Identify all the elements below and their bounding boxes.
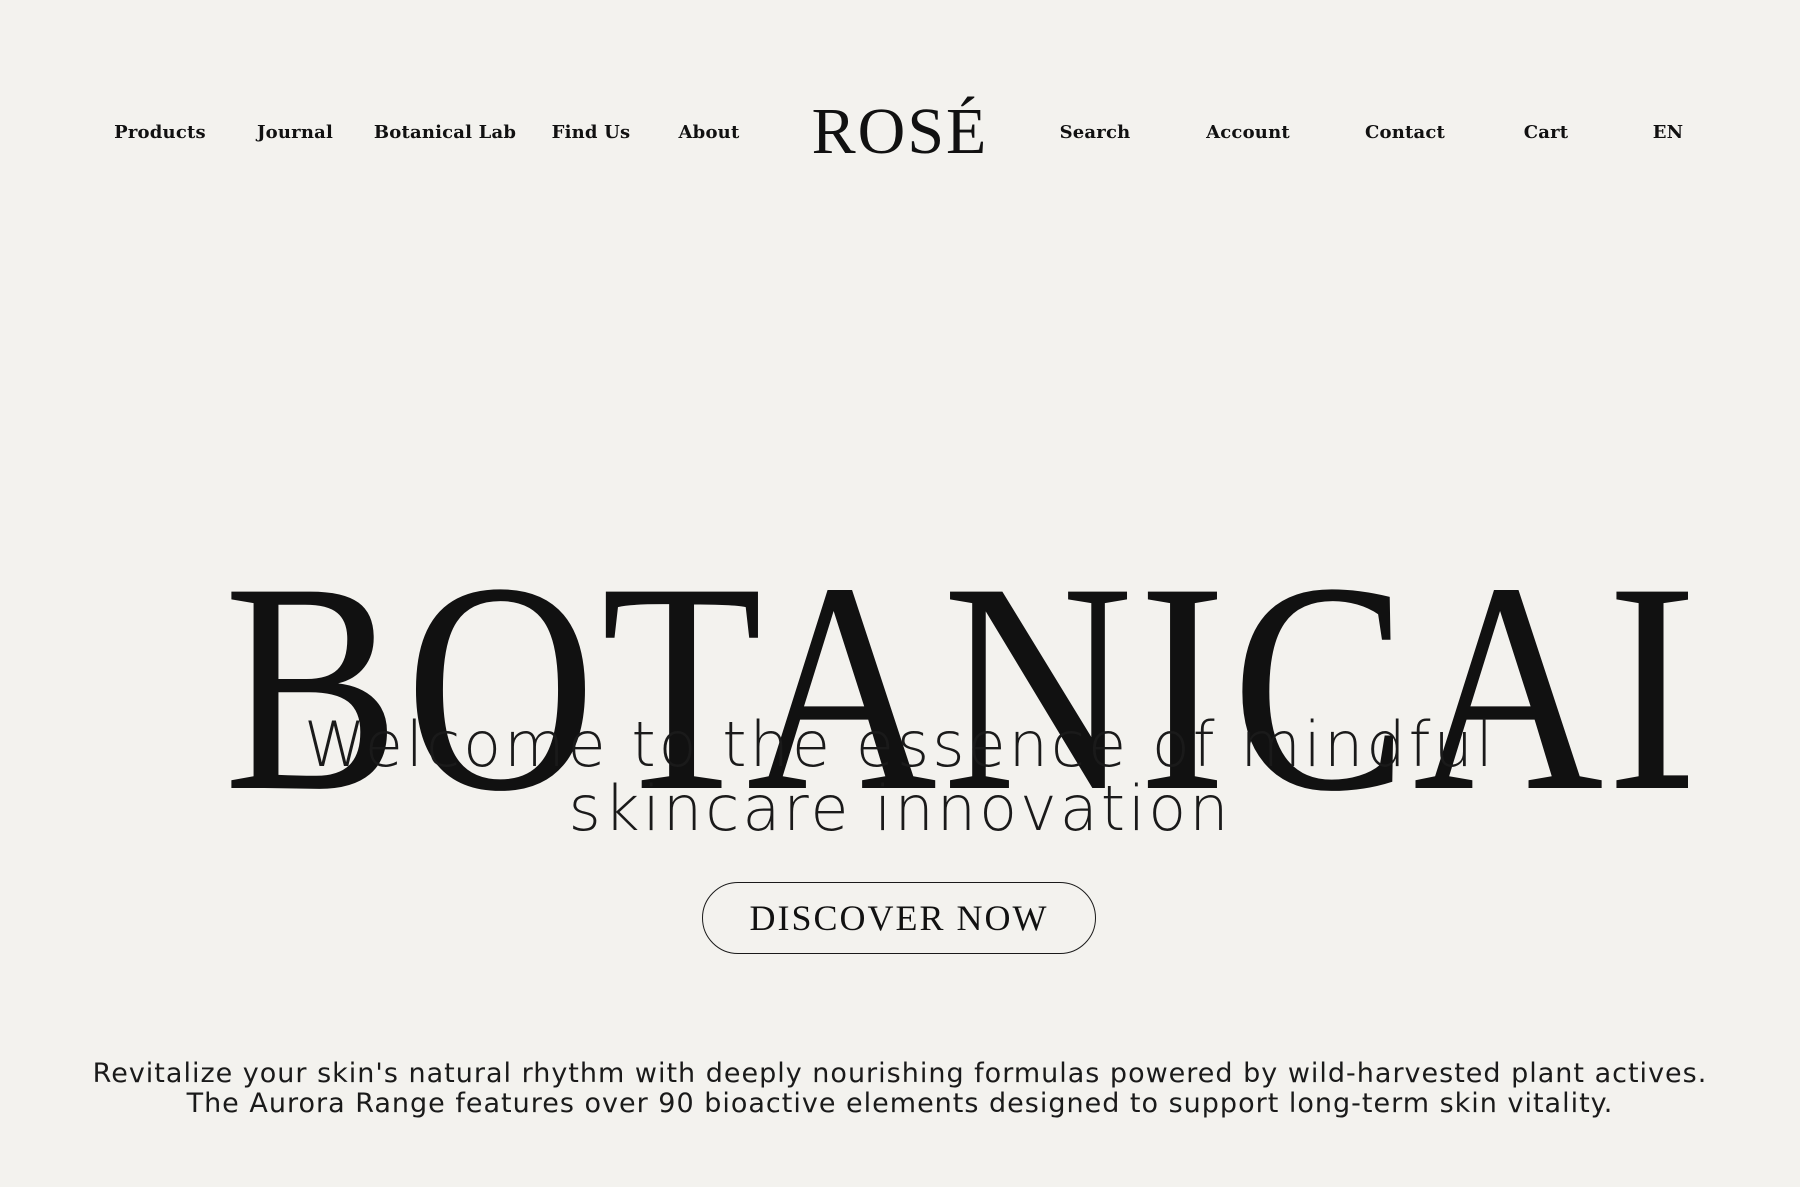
language-selector[interactable]: EN [1653, 122, 1684, 143]
brand-logo[interactable]: ROSÉ [812, 92, 989, 172]
nav-link-account[interactable]: Account [1206, 122, 1290, 143]
discover-now-button[interactable]: DISCOVER NOW [702, 882, 1096, 954]
nav-link-botanical-lab[interactable]: Botanical Lab [374, 122, 516, 143]
nav-link-cart[interactable]: Cart [1524, 122, 1569, 143]
hero-subtitle-line-1: Welcome to the essence of mindful [304, 708, 1496, 782]
hero-description-line-2: The Aurora Range features over 90 bioact… [186, 1088, 1614, 1119]
nav-link-search[interactable]: Search [1060, 122, 1131, 143]
hero-description: Revitalize your skin's natural rhythm wi… [40, 1059, 1760, 1119]
nav-link-products[interactable]: Products [114, 122, 206, 143]
hero-description-line-1: Revitalize your skin's natural rhythm wi… [92, 1058, 1708, 1089]
nav-link-find-us[interactable]: Find Us [552, 122, 631, 143]
hero-subtitle-line-2: skincare innovation [568, 772, 1232, 846]
nav-link-journal[interactable]: Journal [257, 122, 333, 143]
nav-link-contact[interactable]: Contact [1365, 122, 1445, 143]
hero-subtitle: Welcome to the essence of mindful skinca… [300, 713, 1500, 841]
top-navigation: Products Journal Botanical Lab Find Us A… [0, 92, 1800, 172]
nav-link-about[interactable]: About [679, 122, 740, 143]
